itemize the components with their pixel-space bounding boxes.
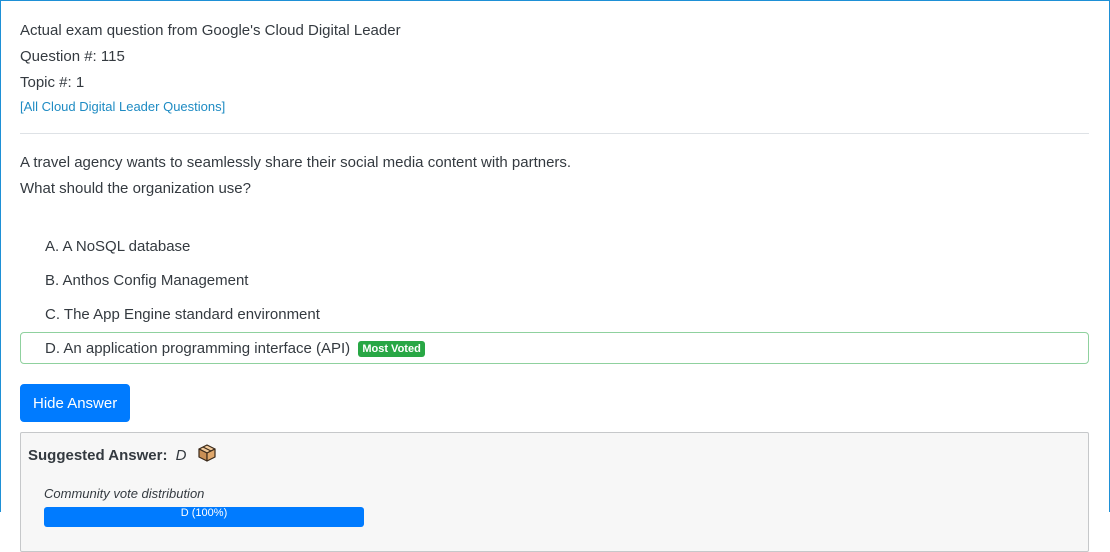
vote-label: Community vote distribution	[44, 486, 205, 501]
vote-bar: D (100%)	[44, 507, 364, 527]
answer-panel: Suggested Answer: D Community vote distr…	[20, 432, 1089, 552]
hide-answer-button[interactable]: Hide Answer	[20, 384, 131, 422]
question-line-2: What should the organization use?	[20, 180, 251, 197]
all-questions-link[interactable]: [All Cloud Digital Leader Questions]	[20, 99, 225, 114]
suggested-answer: Suggested Answer: D	[28, 443, 1081, 469]
choice-letter: C.	[45, 306, 60, 323]
choice-d[interactable]: D. An application programming interface …	[20, 332, 1089, 364]
suggested-answer-label: Suggested Answer:	[28, 447, 168, 464]
choice-text: Anthos Config Management	[62, 272, 249, 289]
choice-letter: A.	[45, 238, 60, 255]
vote-distribution: Community vote distribution D (100%)	[44, 485, 1081, 527]
topic-number: Topic #: 1	[20, 74, 85, 91]
choices-list: A. A NoSQL database B. Anthos Config Man…	[20, 230, 1089, 364]
question-number: Question #: 115	[20, 48, 125, 65]
choice-text: A NoSQL database	[62, 238, 191, 255]
vote-bar-fill: D (100%)	[44, 507, 364, 527]
cardboard-box-icon[interactable]	[197, 443, 217, 469]
choice-b[interactable]: B. Anthos Config Management	[20, 264, 1089, 296]
question-line-1: A travel agency wants to seamlessly shar…	[20, 154, 572, 171]
question-card: Actual exam question from Google's Cloud…	[20, 0, 1089, 552]
exam-intro: Actual exam question from Google's Cloud…	[20, 22, 401, 39]
choice-a[interactable]: A. A NoSQL database	[20, 230, 1089, 262]
most-voted-badge: Most Voted	[358, 341, 425, 357]
choice-text: An application programming interface (AP…	[63, 340, 351, 357]
choice-letter: B.	[45, 272, 60, 289]
suggested-answer-value: D	[175, 447, 187, 464]
choice-text: The App Engine standard environment	[63, 306, 320, 323]
choice-c[interactable]: C. The App Engine standard environment	[20, 298, 1089, 330]
choice-letter: D.	[45, 340, 60, 357]
question-text: A travel agency wants to seamlessly shar…	[20, 150, 1089, 202]
divider	[20, 133, 1089, 134]
